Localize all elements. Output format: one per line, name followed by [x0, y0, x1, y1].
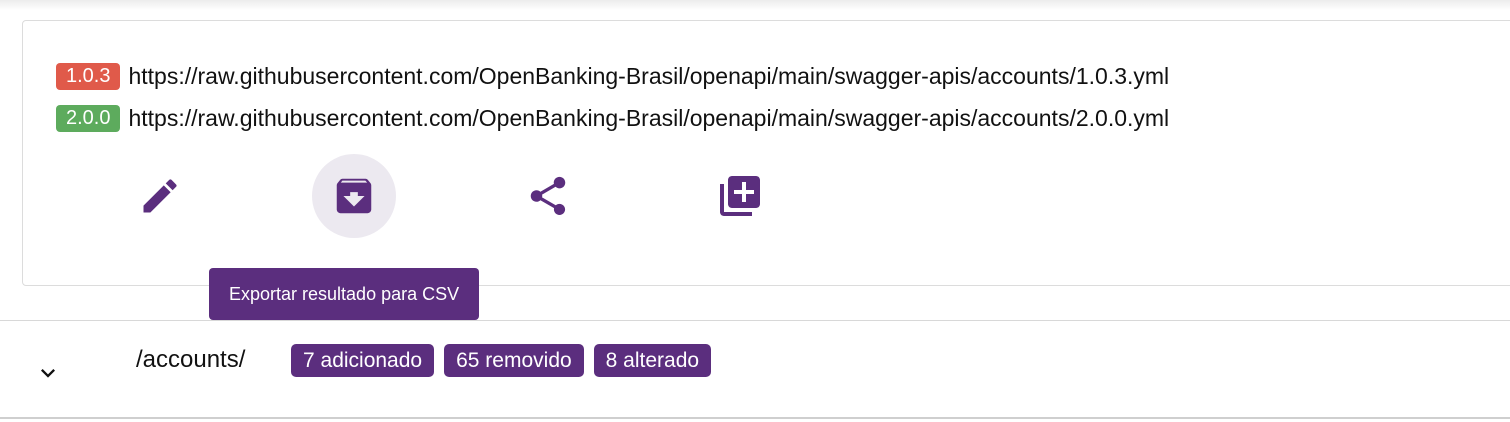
- library-add-icon: [720, 176, 760, 216]
- export-csv-button[interactable]: [312, 154, 396, 238]
- path-label: /accounts/: [136, 346, 246, 373]
- expand-button[interactable]: [28, 353, 68, 393]
- share-icon: [530, 176, 566, 216]
- spec-url-new: https://raw.githubusercontent.com/OpenBa…: [128, 104, 1170, 131]
- added-chip: 7 adicionado: [291, 344, 435, 377]
- archive-download-icon: [336, 178, 372, 214]
- change-chips: 7 adicionado 65 removido 8 alterado: [291, 344, 712, 377]
- top-shadow: [0, 0, 1510, 10]
- bottom-divider: [0, 417, 1510, 419]
- spec-row-new: 2.0.0 https://raw.githubusercontent.com/…: [56, 102, 1169, 134]
- version-badge-old: 1.0.3: [56, 62, 121, 90]
- compare-add-button[interactable]: [698, 154, 782, 238]
- pencil-icon: [143, 179, 177, 213]
- changed-chip: 8 alterado: [593, 344, 712, 377]
- chevron-down-icon: [41, 369, 55, 378]
- share-button[interactable]: [506, 154, 590, 238]
- spec-url-old: https://raw.githubusercontent.com/OpenBa…: [128, 62, 1170, 89]
- removed-chip: 65 removido: [444, 344, 584, 377]
- export-tooltip: Exportar resultado para CSV: [209, 268, 480, 320]
- edit-button[interactable]: [118, 154, 202, 238]
- path-row[interactable]: /accounts/ 7 adicionado 65 removido 8 al…: [0, 321, 1510, 417]
- spec-row-old: 1.0.3 https://raw.githubusercontent.com/…: [56, 60, 1169, 92]
- version-badge-new: 2.0.0: [56, 104, 121, 132]
